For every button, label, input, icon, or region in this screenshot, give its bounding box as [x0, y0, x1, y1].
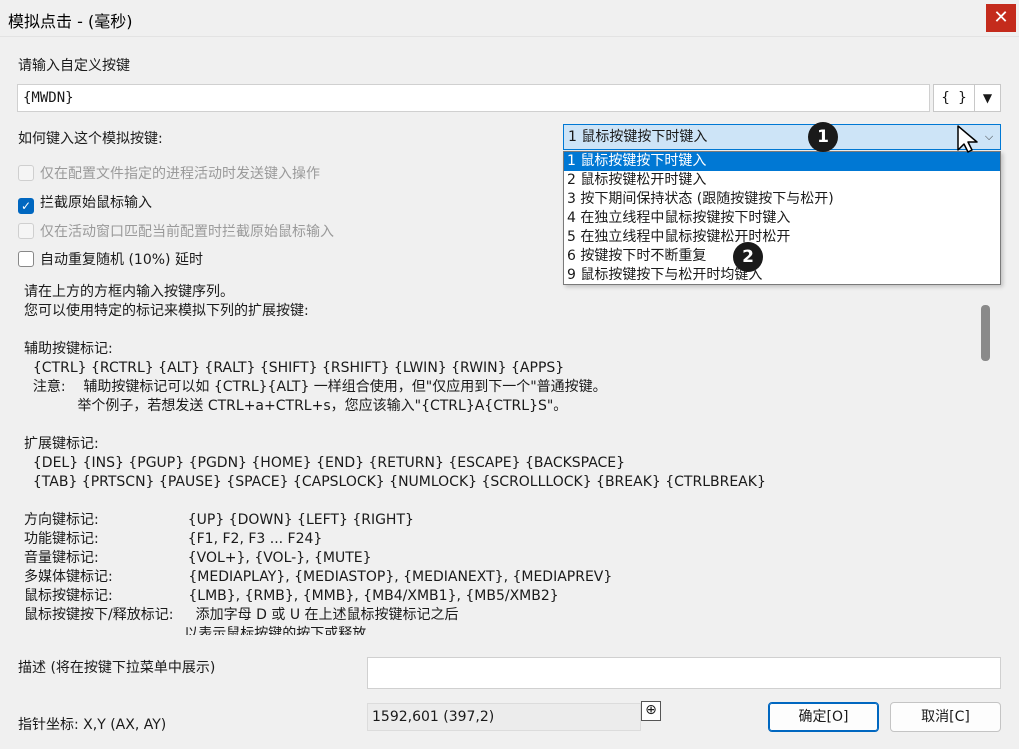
pointer-coords-field: 1592,601 (397,2)	[367, 703, 641, 731]
checkbox-box[interactable]	[18, 251, 34, 267]
checkbox-label: 自动重复随机 (10%) 延时	[40, 252, 203, 268]
custom-key-label: 请输入自定义按键	[18, 58, 130, 74]
scrollbar-thumb[interactable]	[981, 305, 990, 361]
annotation-badge-1: 1	[808, 122, 838, 152]
mode-option[interactable]: 9 鼠标按键按下与松开时均键入	[564, 266, 1000, 285]
crosshair-picker-icon[interactable]: ⊕	[641, 701, 661, 721]
ok-button[interactable]: 确定[O]	[768, 702, 879, 732]
mode-option[interactable]: 5 在独立线程中鼠标按键松开时松开	[564, 228, 1000, 247]
close-icon: ✕	[993, 7, 1009, 28]
mode-option[interactable]: 3 按下期间保持状态 (跟随按键按下与松开)	[564, 190, 1000, 209]
insert-tag-button[interactable]: { }	[933, 84, 975, 112]
mode-dropdown-list[interactable]: 1 鼠标按键按下时键入 2 鼠标按键松开时键入 3 按下期间保持状态 (跟随按键…	[563, 151, 1001, 285]
window-title: 模拟点击 - (毫秒)	[8, 12, 133, 31]
checkbox-box[interactable]	[18, 165, 34, 181]
checkbox-label: 仅在活动窗口匹配当前配置时拦截原始鼠标输入	[40, 224, 334, 240]
chevron-down-icon: ▼	[982, 91, 993, 105]
custom-key-input[interactable]: {MWDN}	[17, 84, 930, 112]
mode-select[interactable]: 1 鼠标按键按下时键入	[563, 124, 1001, 150]
checkbox-label: 仅在配置文件指定的进程活动时发送键入操作	[40, 166, 320, 182]
help-text-area[interactable]: 请在上方的方框内输入按键序列。 您可以使用特定的标记来模拟下列的扩展按键: 辅助…	[18, 281, 1000, 635]
mode-label: 如何键入这个模拟按键:	[18, 131, 163, 147]
title-bar: 模拟点击 - (毫秒) ✕	[0, 0, 1019, 37]
checkbox-label: 拦截原始鼠标输入	[40, 195, 152, 211]
annotation-badge-2: 2	[733, 242, 763, 272]
pointer-coords-label: 指针坐标: X,Y (AX, AY)	[18, 717, 167, 733]
help-text: 请在上方的方框内输入按键序列。 您可以使用特定的标记来模拟下列的扩展按键: 辅助…	[24, 284, 766, 635]
cancel-button[interactable]: 取消[C]	[890, 702, 1001, 732]
mouse-cursor-icon	[957, 125, 978, 153]
description-label: 描述 (将在按键下拉菜单中展示)	[18, 660, 216, 676]
insert-tag-dropdown-button[interactable]: ▼	[975, 84, 1001, 112]
checkbox-process-only[interactable]: 仅在配置文件指定的进程活动时发送键入操作	[18, 163, 320, 185]
mode-option[interactable]: 4 在独立线程中鼠标按键按下时键入	[564, 209, 1000, 228]
mode-option[interactable]: 2 鼠标按键松开时键入	[564, 171, 1000, 190]
checkbox-block-mouse-input[interactable]: ✓ 拦截原始鼠标输入	[18, 192, 152, 214]
checkbox-block-active-window[interactable]: 仅在活动窗口匹配当前配置时拦截原始鼠标输入	[18, 221, 334, 243]
close-button[interactable]: ✕	[986, 4, 1016, 32]
mode-option[interactable]: 1 鼠标按键按下时键入	[564, 152, 1000, 171]
mode-option[interactable]: 6 按键按下时不断重复	[564, 247, 1000, 266]
checkmark-icon[interactable]: ✓	[18, 198, 34, 214]
description-input[interactable]	[367, 657, 1001, 689]
checkbox-box[interactable]	[18, 223, 34, 239]
checkbox-random-delay[interactable]: 自动重复随机 (10%) 延时	[18, 249, 203, 271]
